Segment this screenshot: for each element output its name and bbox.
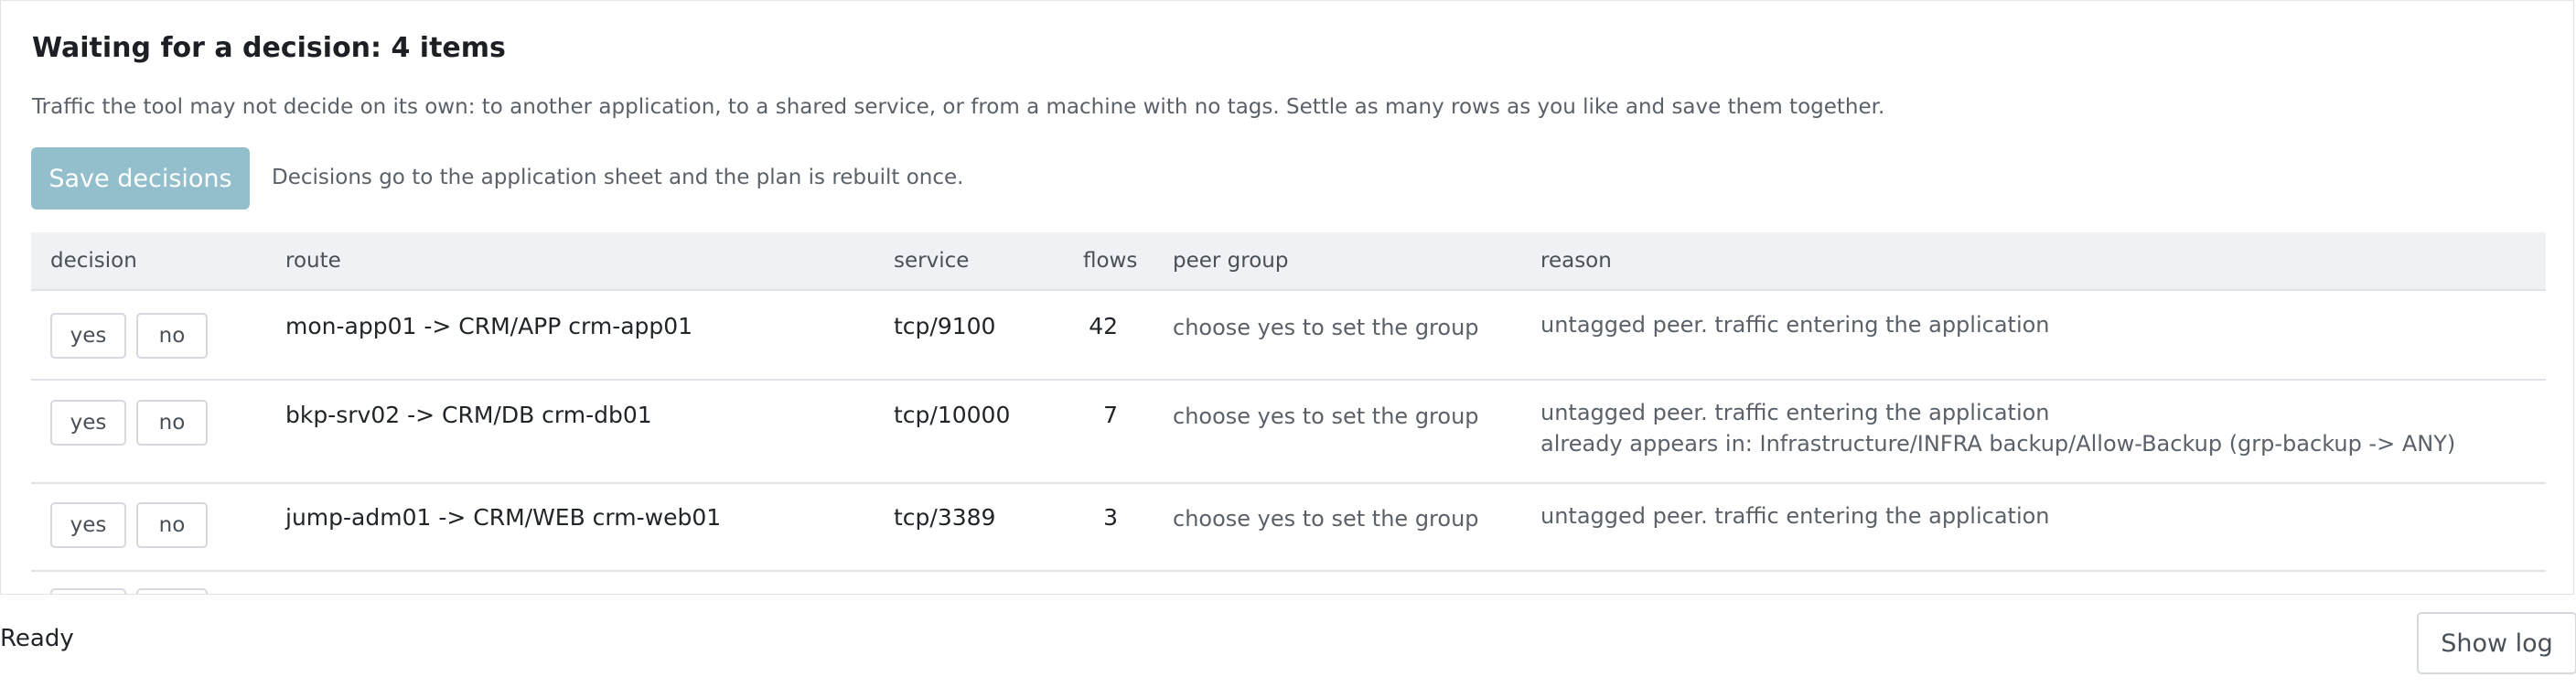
flows-cell: 7: [1103, 402, 1118, 428]
route-cell: jump-adm01 -> CRM/WEB crm-web01: [285, 504, 722, 531]
panel-description: Traffic the tool may not decide on its o…: [32, 95, 1885, 119]
panel-title: Waiting for a decision: 4 items: [32, 32, 506, 64]
peer-group-cell: choose yes to set the group: [1173, 506, 1479, 532]
service-cell: tcp/10000: [894, 402, 1011, 428]
table-header: decision route service flows peer group …: [31, 232, 2546, 291]
yes-button[interactable]: yes: [50, 400, 126, 446]
yes-button[interactable]: yes: [50, 502, 126, 548]
route-cell: mon-app01 -> CRM/APP crm-app01: [285, 313, 693, 339]
header-flows: flows: [1083, 249, 1138, 273]
reason-line: untagged peer. traffic entering the appl…: [1540, 503, 2050, 529]
show-log-button[interactable]: Show log: [2417, 612, 2576, 674]
decision-panel: Waiting for a decision: 4 items Traffic …: [0, 0, 2574, 595]
peer-group-cell: choose yes to set the group: [1173, 315, 1479, 340]
no-button[interactable]: no: [136, 400, 208, 446]
no-button[interactable]: no: [136, 502, 208, 548]
flows-cell: 42: [1089, 313, 1118, 339]
reason-line: untagged peer. traffic entering the appl…: [1540, 312, 2050, 338]
status-bar: [0, 595, 2576, 688]
reason-cell: untagged peer. traffic entering the appl…: [1540, 397, 2455, 459]
reason-cell: untagged peer. traffic entering the appl…: [1540, 500, 2050, 532]
flows-cell: 3: [1103, 504, 1118, 531]
status-text: Ready: [0, 625, 74, 652]
decision-table: decision route service flows peer group …: [31, 232, 2546, 594]
reason-line-secondary: already appears in: Infrastructure/INFRA…: [1540, 431, 2456, 457]
peer-group-cell: choose yes to set the group: [1173, 403, 1479, 429]
header-reason: reason: [1540, 249, 1612, 273]
reason-cell: untagged peer. traffic entering the appl…: [1540, 309, 2050, 340]
save-hint: Decisions go to the application sheet an…: [272, 166, 964, 189]
header-peer-group: peer group: [1173, 249, 1289, 273]
service-cell: tcp/9100: [894, 313, 996, 339]
header-route: route: [285, 249, 341, 273]
yes-button[interactable]: [50, 588, 126, 594]
service-cell: tcp/3389: [894, 504, 996, 531]
table-row: yes no jump-adm01 -> CRM/WEB crm-web01 t…: [31, 484, 2546, 572]
reason-line: untagged peer. traffic entering the appl…: [1540, 400, 2050, 425]
table-row: yes no bkp-srv02 -> CRM/DB crm-db01 tcp/…: [31, 381, 2546, 484]
table-row: yes no mon-app01 -> CRM/APP crm-app01 tc…: [31, 291, 2546, 381]
no-button[interactable]: no: [136, 313, 208, 359]
header-service: service: [894, 249, 970, 273]
yes-button[interactable]: yes: [50, 313, 126, 359]
no-button[interactable]: [136, 588, 208, 594]
table-row-partial: [31, 572, 2546, 594]
header-decision: decision: [50, 249, 137, 273]
route-cell: bkp-srv02 -> CRM/DB crm-db01: [285, 402, 652, 428]
save-decisions-button[interactable]: Save decisions: [31, 147, 250, 210]
